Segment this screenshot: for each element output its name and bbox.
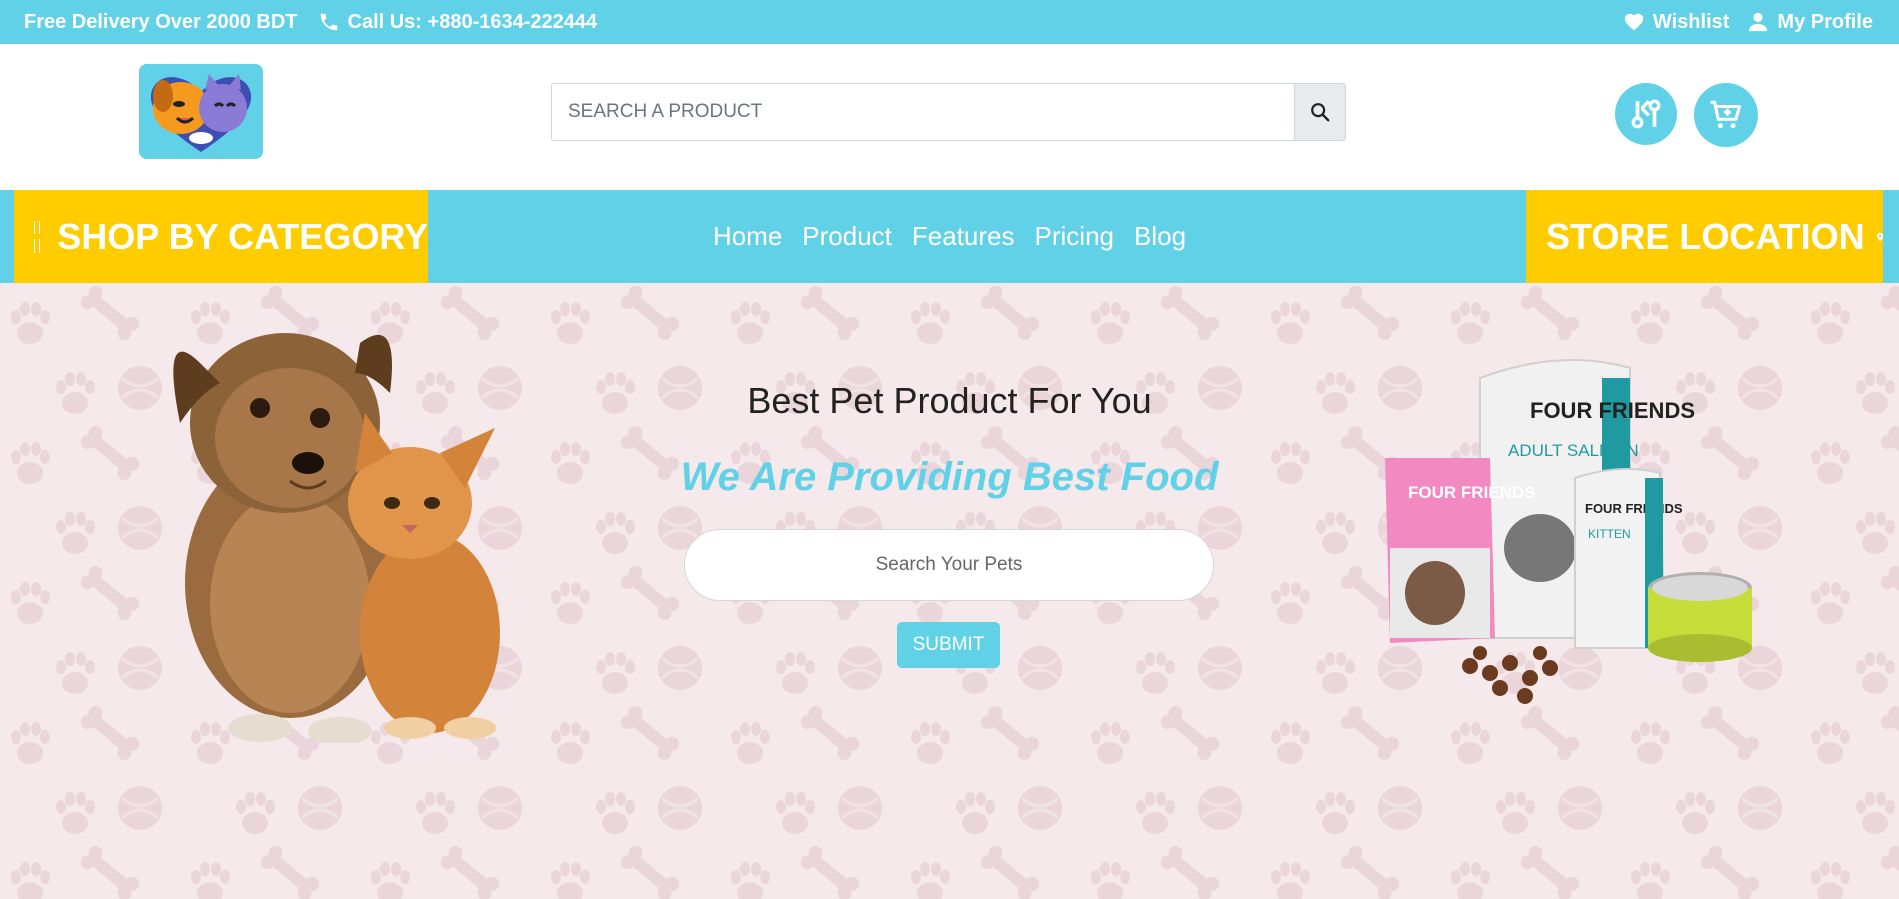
site-header [0,44,1899,190]
product-search-input[interactable] [552,84,1294,140]
wishlist-link[interactable]: Wishlist [1623,10,1730,34]
puppy-kitten-image [173,333,500,743]
nav-pricing[interactable]: Pricing [1035,221,1114,252]
search-button[interactable] [1294,84,1345,140]
phone-icon [320,13,337,31]
compare-button[interactable] [1615,83,1677,145]
logo-pets-icon [139,64,263,159]
hero-title: Best Pet Product For You [747,380,1152,421]
kitten-brand-label: FOUR FRIENDS [1585,501,1683,516]
pet-search-input[interactable] [684,529,1214,601]
top-bar: Free Delivery Over 2000 BDT Call Us: +88… [0,0,1899,44]
nav-features[interactable]: Features [912,221,1015,252]
kitten-variant-label: KITTEN [1588,527,1631,541]
user-icon [1749,12,1768,32]
grid-icon [34,220,40,253]
nav-home[interactable]: Home [713,221,782,252]
compare-icon [1631,99,1661,129]
hero-subtitle: We Are Providing Best Food [680,455,1219,499]
free-delivery-text: Free Delivery Over 2000 BDT [24,11,298,34]
store-location-label: STORE LOCATION [1546,215,1865,257]
search-icon [1311,103,1330,122]
heart-icon [1624,13,1644,31]
site-logo[interactable] [139,64,263,159]
free-delivery-label: Free Delivery Over 2000 BDT [24,10,298,33]
store-location-button[interactable]: STORE LOCATION [1526,190,1883,283]
my-profile-link[interactable]: My Profile [1747,11,1873,34]
call-us[interactable]: Call Us: +880-1634-222444 [318,10,598,34]
nav-blog[interactable]: Blog [1134,221,1186,252]
map-pin-icon [1876,232,1883,241]
shop-by-category-label: SHOP BY CATEGORY [57,215,428,257]
product-search [551,83,1346,141]
nav-product[interactable]: Product [802,221,892,252]
phone-label: Call Us: +880-1634-222444 [347,10,598,33]
cart-plus-icon [1710,100,1742,129]
profile-label: My Profile [1777,10,1873,33]
hero-section: FOUR FRIENDS ADULT SALMON FOUR FRIENDS K… [0,283,1899,899]
submit-button[interactable]: SUBMIT [897,622,1000,668]
main-navbar: Home Product Features Pricing Blog SHOP … [0,190,1899,283]
wishlist-label: Wishlist [1652,10,1730,33]
shop-by-category-button[interactable]: SHOP BY CATEGORY [14,190,428,283]
cart-button[interactable] [1694,83,1758,147]
